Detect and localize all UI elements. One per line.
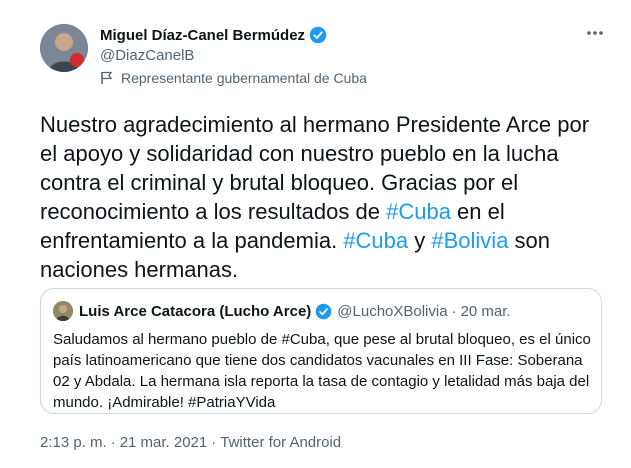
- verified-badge-icon: [315, 303, 332, 319]
- government-label-text: Representante gubernamental de Cuba: [121, 70, 367, 86]
- quoted-separator: ·: [451, 302, 457, 320]
- tweet-text-segment: Nuestro agradecimiento al hermano Presid…: [40, 112, 596, 224]
- government-label: Representante gubernamental de Cuba: [100, 70, 367, 86]
- tweet-metadata: 2:13 p. m. · 21 mar. 2021 · Twitter for …: [40, 434, 341, 451]
- quoted-author-avatar[interactable]: [53, 301, 73, 321]
- more-options-button[interactable]: [584, 22, 606, 44]
- tweet-text-segment: y: [408, 228, 432, 253]
- verified-badge-icon: [309, 26, 327, 44]
- quoted-date[interactable]: 20 mar.: [461, 303, 511, 320]
- meta-separator: ·: [211, 434, 217, 451]
- meta-separator: ·: [110, 434, 116, 451]
- hashtag-link[interactable]: #Cuba: [386, 199, 451, 224]
- tweet-time[interactable]: 2:13 p. m.: [40, 434, 107, 451]
- author-name-row: Miguel Díaz-Canel Bermúdez: [100, 26, 327, 44]
- quoted-tweet-text: Saludamos al hermano pueblo de #Cuba, qu…: [53, 331, 591, 411]
- author-handle[interactable]: @DiazCanelB: [100, 47, 194, 64]
- author-avatar[interactable]: [40, 24, 88, 72]
- more-dots-icon: [587, 31, 603, 35]
- quoted-tweet[interactable]: Luis Arce Catacora (Lucho Arce) @LuchoXB…: [40, 288, 602, 414]
- flag-icon: [101, 71, 113, 84]
- tweet-card: Miguel Díaz-Canel Bermúdez @DiazCanelB R…: [0, 0, 631, 468]
- quoted-author-name[interactable]: Luis Arce Catacora (Lucho Arce): [79, 303, 311, 320]
- hashtag-link[interactable]: #Bolivia: [431, 228, 508, 253]
- tweet-text: Nuestro agradecimiento al hermano Presid…: [40, 110, 610, 284]
- author-display-name[interactable]: Miguel Díaz-Canel Bermúdez: [100, 27, 305, 44]
- hashtag-link[interactable]: #Cuba: [343, 228, 408, 253]
- tweet-date[interactable]: 21 mar. 2021: [120, 434, 208, 451]
- quoted-author-handle[interactable]: @LuchoXBolivia: [337, 303, 447, 320]
- tweet-source[interactable]: Twitter for Android: [220, 434, 341, 451]
- quoted-tweet-header: Luis Arce Catacora (Lucho Arce) @LuchoXB…: [53, 301, 511, 321]
